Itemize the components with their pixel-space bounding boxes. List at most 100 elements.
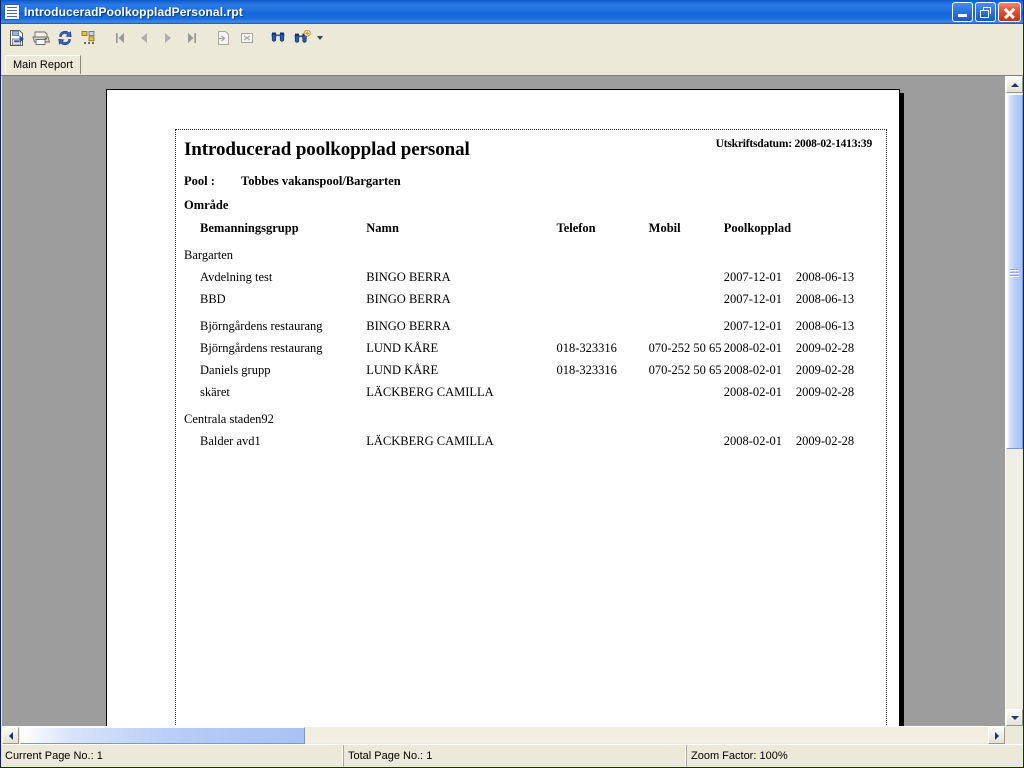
- cell-to: 2009-02-28: [795, 341, 855, 355]
- table-row: BBD BINGO BERRA 2007-12-01 2008-06-13: [184, 288, 876, 310]
- report-table-body: Bargarten Avdelning test BINGO BERRA 2007-…: [184, 239, 876, 452]
- cell-mobile: [649, 266, 724, 288]
- cell-from: 2007-12-01: [723, 270, 783, 284]
- scroll-right-button[interactable]: [988, 727, 1005, 744]
- report-table: Bemanningsgrupp Namn Telefon Mobil Poolk…: [184, 217, 876, 452]
- scroll-down-button[interactable]: [1006, 709, 1023, 726]
- cell-from: 2008-02-01: [723, 341, 783, 355]
- table-row: Balder avd1 LÄCKBERG CAMILLA 2008-02-01 20…: [184, 430, 876, 452]
- next-page-button[interactable]: [156, 26, 180, 50]
- export-button[interactable]: [5, 26, 29, 50]
- previous-page-button[interactable]: [132, 26, 156, 50]
- go-to-page-button[interactable]: [211, 26, 235, 50]
- chevron-down-icon: [316, 35, 323, 40]
- cell-name: BINGO BERRA: [366, 319, 451, 333]
- print-button[interactable]: [29, 26, 53, 50]
- cell-group: Björngårdens restaurang: [200, 319, 323, 333]
- report-content-frame: Utskriftsdatum: 2008-02-1413:39 Introduc…: [175, 129, 887, 726]
- scroll-thumb-grip: [1010, 268, 1019, 276]
- search-expert-button[interactable]: [290, 26, 314, 50]
- pool-label: Pool :: [184, 174, 215, 188]
- area-row: Centrala staden92: [184, 403, 876, 430]
- cell-mobile: [649, 288, 724, 310]
- pool-value: Tobbes vakanspool/Bargarten: [241, 174, 401, 188]
- cell-group: Björngårdens restaurang: [200, 341, 323, 355]
- column-header-group: Bemanningsgrupp: [200, 221, 299, 235]
- cell-phone: [557, 315, 649, 337]
- cell-name: LUND KÅRE: [366, 363, 439, 377]
- minimize-icon: [958, 14, 967, 17]
- toggle-group-tree-button[interactable]: [77, 26, 101, 50]
- title-bar: IntroduceradPoolkoppladPersonal.rpt: [1, 0, 1023, 24]
- cell-from: 2007-12-01: [723, 292, 783, 306]
- table-row: Björngårdens restaurang BINGO BERRA 2007-…: [184, 315, 876, 337]
- cell-phone: [557, 430, 649, 452]
- close-current-view-button[interactable]: [235, 26, 259, 50]
- cell-phone: [557, 381, 649, 403]
- table-row: Björngårdens restaurang LUND KÅRE 018-3233…: [184, 337, 876, 359]
- cell-group: skäret: [200, 385, 230, 399]
- table-header-row: Bemanningsgrupp Namn Telefon Mobil Poolk…: [184, 217, 876, 239]
- close-current-view-icon: [241, 32, 253, 43]
- cell-name: LÄCKBERG CAMILLA: [366, 385, 494, 399]
- close-button[interactable]: [998, 2, 1021, 22]
- tab-main-report-label: Main Report: [13, 59, 73, 71]
- report-page: Utskriftsdatum: 2008-02-1413:39 Introduc…: [106, 89, 900, 726]
- previous-page-icon: [141, 32, 147, 43]
- refresh-icon: [58, 30, 72, 45]
- report-viewer-window: IntroduceradPoolkoppladPersonal.rpt Main…: [0, 0, 1024, 768]
- find-text-button[interactable]: [266, 26, 290, 50]
- toggle-group-tree-icon: [81, 30, 95, 44]
- cell-name: LÄCKBERG CAMILLA: [366, 434, 494, 448]
- print-date: Utskriftsdatum: 2008-02-1413:39: [715, 138, 873, 150]
- cell-to: 2008-06-13: [795, 292, 855, 306]
- column-header-phone: Telefon: [556, 221, 596, 235]
- print-icon: [32, 31, 51, 45]
- preview-area: Utskriftsdatum: 2008-02-1413:39 Introduc…: [1, 75, 1023, 744]
- caption-buttons: [952, 2, 1021, 22]
- cell-to: 2008-06-13: [795, 319, 855, 333]
- search-icon: [271, 32, 285, 42]
- cell-phone: 018-323316: [556, 341, 617, 355]
- scroll-left-button[interactable]: [2, 727, 19, 744]
- area-name: Centrala staden92: [184, 412, 274, 426]
- horizontal-scrollbar[interactable]: [2, 726, 1005, 744]
- cell-to: 2009-02-28: [795, 363, 855, 377]
- first-page-button[interactable]: [108, 26, 132, 50]
- scroll-up-button[interactable]: [1006, 76, 1023, 93]
- status-zoom-factor: Zoom Factor: 100%: [691, 750, 788, 762]
- cell-mobile: 070-252 50 65: [648, 363, 722, 377]
- status-current-page: Current Page No.: 1: [1, 745, 344, 767]
- cell-to: 2008-06-13: [795, 270, 855, 284]
- report-document-icon: [4, 4, 20, 20]
- refresh-button[interactable]: [53, 26, 77, 50]
- cell-group: Balder avd1: [200, 434, 261, 448]
- cell-name: LUND KÅRE: [366, 341, 439, 355]
- cell-from: 2007-12-01: [723, 319, 783, 333]
- cell-to: 2009-02-28: [795, 434, 855, 448]
- column-header-mobile: Mobil: [648, 221, 681, 235]
- cell-group: Avdelning test: [200, 270, 273, 284]
- status-bar: Current Page No.: 1 Total Page No.: 1 Zo…: [1, 744, 1023, 767]
- tab-main-report[interactable]: Main Report: [5, 55, 81, 74]
- table-row: Avdelning test BINGO BERRA 2007-12-01 2008…: [184, 266, 876, 288]
- horizontal-scroll-thumb[interactable]: [20, 727, 305, 744]
- arrow-left-icon: [8, 731, 13, 740]
- arrow-down-icon: [1010, 715, 1019, 720]
- vertical-scrollbar[interactable]: [1005, 76, 1023, 726]
- minimize-button[interactable]: [952, 2, 973, 22]
- table-row: skäret LÄCKBERG CAMILLA 2008-02-01 2009-02…: [184, 381, 876, 403]
- scrollbar-corner: [1005, 726, 1022, 743]
- search-expert-dropdown[interactable]: [314, 26, 325, 50]
- report-tab-strip: Main Report: [1, 52, 1023, 74]
- cell-mobile: [649, 430, 724, 452]
- cell-mobile: [649, 315, 724, 337]
- cell-from: 2008-02-01: [723, 434, 783, 448]
- vertical-scroll-thumb[interactable]: [1006, 94, 1023, 449]
- arrow-right-icon: [994, 731, 999, 740]
- cell-phone: [557, 288, 649, 310]
- pool-row: Pool : Tobbes vakanspool/Bargarten: [184, 174, 876, 189]
- last-page-button[interactable]: [180, 26, 204, 50]
- restore-icon-front: [980, 10, 989, 18]
- restore-button[interactable]: [975, 2, 996, 22]
